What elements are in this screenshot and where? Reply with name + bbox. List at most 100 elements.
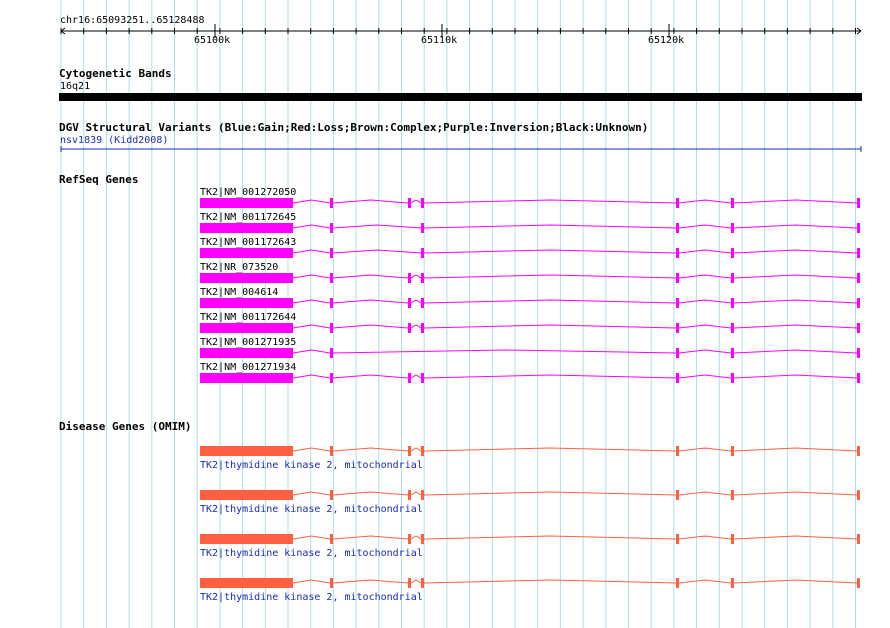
intron-line [733, 374, 858, 379]
intron-line [423, 324, 677, 329]
transcript-label[interactable]: TK2|NR_073520 [200, 262, 278, 273]
dgv-variant-label: nsv1839 (Kidd2008) [60, 135, 169, 146]
intron-line [292, 535, 331, 540]
intron-line [423, 249, 677, 254]
exon-block [857, 323, 860, 333]
intron-line [733, 349, 858, 354]
exon-block [857, 534, 860, 544]
intron-line [733, 224, 858, 229]
exon-block [676, 248, 679, 258]
intron-line [678, 491, 732, 496]
intron-line [423, 274, 677, 279]
omim-gene-label[interactable]: TK2|thymidine kinase 2, mitochondrial [200, 504, 423, 515]
transcript-label[interactable]: TK2|NM_001172644 [200, 312, 296, 323]
intron-line [332, 374, 409, 379]
intron-line [292, 374, 331, 379]
cytoband-bar [59, 93, 862, 101]
intron-line [423, 299, 677, 304]
intron-line [332, 349, 677, 354]
omim-gene-label[interactable]: TK2|thymidine kinase 2, mitochondrial [200, 460, 423, 471]
intron-line [423, 447, 677, 452]
exon-block [731, 223, 734, 233]
exon-block [421, 578, 424, 588]
exon-block [200, 446, 293, 456]
exon-block [421, 323, 424, 333]
intron-line [332, 249, 422, 254]
intron-line [292, 491, 331, 496]
intron-line [733, 579, 858, 584]
ruler-tick-label: 65110k [421, 35, 458, 46]
track-title-dgv: DGV Structural Variants (Blue:Gain;Red:L… [59, 121, 649, 134]
exon-block [676, 273, 679, 283]
exon-block [330, 273, 333, 283]
intron-line [678, 447, 732, 452]
exon-block [421, 248, 424, 258]
exon-block [200, 248, 293, 258]
intron-line [332, 324, 409, 329]
intron-line [423, 374, 677, 379]
intron-line [733, 447, 858, 452]
intron-line [292, 349, 331, 354]
exon-block [731, 373, 734, 383]
exon-block [421, 446, 424, 456]
intron-line [678, 535, 732, 540]
ruler-tick-label: 65120k [648, 35, 685, 46]
exon-block [731, 348, 734, 358]
intron-line [733, 491, 858, 496]
exon-block [200, 273, 293, 283]
exon-block [857, 198, 860, 208]
ruler-tick-label: 65100k [194, 35, 231, 46]
exon-block [857, 298, 860, 308]
transcript-label[interactable]: TK2|NM_001272050 [200, 187, 296, 198]
transcript-label[interactable]: TK2|NM_004614 [200, 287, 278, 298]
exon-block [200, 534, 293, 544]
exon-block [857, 490, 860, 500]
exon-block [731, 298, 734, 308]
exon-block [330, 198, 333, 208]
transcript-label[interactable]: TK2|NM_001271935 [200, 337, 296, 348]
track-canvas [59, 0, 862, 628]
exon-block [731, 446, 734, 456]
track-title-omim: Disease Genes (OMIM) [59, 420, 192, 433]
exon-block [330, 223, 333, 233]
transcript-label[interactable]: TK2|NM_001271934 [200, 362, 296, 373]
intron-line [423, 535, 677, 540]
transcript-label[interactable]: TK2|NM_001172643 [200, 237, 296, 248]
exon-block [676, 534, 679, 544]
intron-line [733, 324, 858, 329]
omim-gene-label[interactable]: TK2|thymidine kinase 2, mitochondrial [200, 592, 423, 603]
intron-line [292, 224, 331, 229]
intron-line [332, 447, 409, 452]
intron-line [410, 274, 422, 279]
exon-block [676, 298, 679, 308]
transcript-label[interactable]: TK2|NM_001172645 [200, 212, 296, 223]
exon-block [731, 273, 734, 283]
exon-block [200, 323, 293, 333]
intron-line [292, 324, 331, 329]
exon-block [676, 578, 679, 588]
exon-block [421, 373, 424, 383]
intron-line [733, 535, 858, 540]
intron-line [410, 324, 422, 329]
omim-gene-label[interactable]: TK2|thymidine kinase 2, mitochondrial [200, 548, 423, 559]
exon-block [857, 273, 860, 283]
exon-block [200, 198, 293, 208]
exon-block [330, 534, 333, 544]
exon-block [676, 446, 679, 456]
exon-block [408, 490, 411, 500]
intron-line [292, 299, 331, 304]
exon-block [421, 273, 424, 283]
intron-line [410, 447, 422, 452]
intron-line [410, 299, 422, 304]
exon-block [408, 373, 411, 383]
exon-block [731, 578, 734, 588]
exon-block [408, 446, 411, 456]
intron-line [678, 299, 732, 304]
track-title-refseq: RefSeq Genes [59, 173, 139, 186]
intron-line [678, 374, 732, 379]
intron-line [292, 274, 331, 279]
exon-block [330, 248, 333, 258]
exon-block [857, 348, 860, 358]
exon-block [330, 578, 333, 588]
intron-line [423, 199, 677, 204]
